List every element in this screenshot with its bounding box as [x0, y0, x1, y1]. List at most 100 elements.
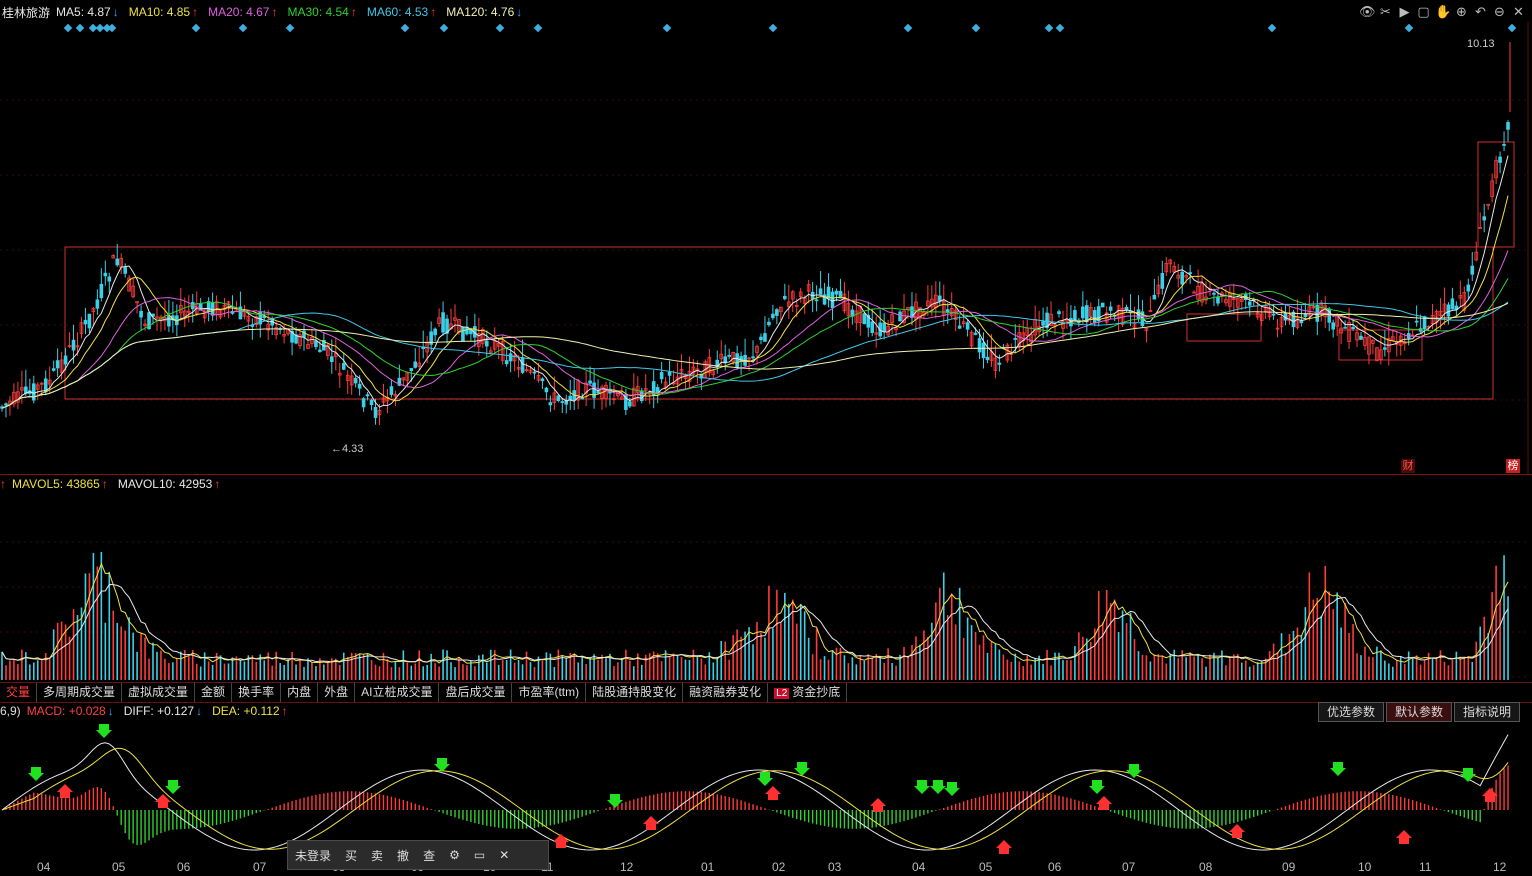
sell-button[interactable]: 卖: [364, 847, 390, 864]
finance-badge[interactable]: 财: [1401, 459, 1415, 473]
trend-up-icon: ↑: [192, 5, 199, 19]
ma-list: MA5: 4.87 ↓ MA10: 4.85 ↑ MA20: 4.67 ↑ MA30: 4.…: [56, 5, 532, 19]
low-price-label: ←4.33: [331, 443, 364, 455]
tab-11[interactable]: 融资融券变化: [683, 683, 769, 702]
trend-up-icon: ↑: [430, 5, 437, 19]
trend-up-icon: ↑: [350, 5, 357, 19]
tab-label: 融资融券变化: [689, 685, 762, 699]
close-icon[interactable]: ✕: [492, 848, 516, 862]
tab-label: 盘后成交量: [445, 685, 506, 699]
scissors-icon[interactable]: ✂: [1378, 4, 1393, 19]
chart-toolbar: 👁 ✂ ▶ ▢ ✋ ⊕ ↶ ⊖ ✕: [1359, 4, 1526, 19]
tab-label: 外盘: [324, 685, 349, 699]
tab-12[interactable]: L2 资金抄底: [768, 683, 848, 702]
close-icon[interactable]: ✕: [1511, 4, 1526, 19]
x-tick-label: 11: [1419, 860, 1432, 874]
macd-title: 6,9) MACD: +0.028 ↓ DIFF: +0.127 ↓ DEA: +0.1…: [0, 702, 298, 720]
l2-badge: L2: [774, 688, 790, 699]
x-tick-label: 12: [620, 860, 634, 874]
tab-10[interactable]: 陆股通持股变化: [586, 683, 684, 702]
undo-icon[interactable]: ↶: [1473, 4, 1488, 19]
x-tick-label: 05: [112, 860, 126, 874]
cancel-button[interactable]: 撤: [390, 847, 416, 864]
macd-prefix: 6,9): [0, 704, 21, 718]
tab-label: 金额: [201, 685, 226, 699]
x-tick-label: 04: [37, 860, 51, 874]
mavol-value-0: MAVOL5: 43865: [12, 477, 100, 491]
tab-6[interactable]: 外盘: [318, 683, 356, 702]
mavol-list: MAVOL5: 43865 ↑ MAVOL10: 42953 ↑: [12, 477, 230, 491]
tab-1[interactable]: 多周期成交量: [37, 683, 123, 702]
tab-label: 资金抄底: [792, 685, 841, 699]
macd-value-0: MACD: +0.028: [26, 704, 106, 718]
x-tick-label: 08: [1199, 860, 1213, 874]
rank-badge[interactable]: 榜: [1506, 459, 1520, 473]
zoom-out-icon[interactable]: ⊖: [1492, 4, 1507, 19]
high-price-label: 10.13: [1467, 38, 1495, 50]
query-button[interactable]: 查: [416, 847, 442, 864]
tab-4[interactable]: 换手率: [232, 683, 282, 702]
macd-param-button-2[interactable]: 指标说明: [1453, 702, 1520, 722]
x-axis: 0405060708091011120102030405060708091011…: [0, 858, 1532, 876]
tab-8[interactable]: 盘后成交量: [439, 683, 513, 702]
macd-chart[interactable]: [0, 720, 1532, 858]
volume-title: ↑ MAVOL5: 43865 ↑ MAVOL10: 42953 ↑: [0, 475, 230, 493]
x-tick-label: 01: [701, 860, 715, 874]
mavol-value-1: MAVOL10: 42953: [117, 477, 213, 491]
tab-5[interactable]: 内盘: [281, 683, 319, 702]
ma-value-3: MA30: 4.54: [287, 5, 349, 19]
macd-list: MACD: +0.028 ↓ DIFF: +0.127 ↓ DEA: +0.112 ↑: [27, 704, 298, 718]
tab-label: 内盘: [287, 685, 312, 699]
price-chart[interactable]: [0, 22, 1532, 474]
tab-label: 市盈率(ttm): [518, 685, 580, 699]
ma-value-0: MA5: 4.87: [56, 5, 111, 19]
zoom-in-icon[interactable]: ⊕: [1454, 4, 1469, 19]
ma-value-5: MA120: 4.76: [446, 5, 515, 19]
tab-2[interactable]: 虚拟成交量: [122, 683, 196, 702]
tab-label: 陆股通持股变化: [592, 685, 677, 699]
tab-label: 虚拟成交量: [128, 685, 189, 699]
trend-down-icon: ↓: [112, 5, 119, 19]
macd-param-button-1[interactable]: 默认参数: [1385, 702, 1452, 722]
x-tick-label: 06: [177, 860, 191, 874]
x-tick-label: 04: [912, 860, 926, 874]
ma-value-2: MA20: 4.67: [208, 5, 270, 19]
x-tick-label: 02: [772, 860, 786, 874]
play-icon[interactable]: ▶: [1397, 4, 1412, 19]
trend-up-icon: ↑: [281, 704, 288, 718]
buy-button[interactable]: 买: [338, 847, 364, 864]
ma-value-1: MA10: 4.85: [128, 5, 191, 19]
volume-chart[interactable]: [0, 492, 1532, 682]
lock-icon[interactable]: ▢: [1416, 4, 1431, 19]
stock-name[interactable]: 桂林旅游: [2, 4, 50, 21]
trend-up-icon: ↑: [0, 477, 6, 491]
tab-label: 多周期成交量: [43, 685, 116, 699]
tab-3[interactable]: 金额: [195, 683, 233, 702]
tab-label: AI立桩成交量: [361, 685, 433, 699]
macd-buttons: 优选参数 默认参数 指标说明: [1316, 702, 1520, 722]
eye-icon[interactable]: 👁: [1359, 4, 1376, 19]
macd-value-1: DIFF: +0.127: [123, 704, 195, 718]
macd-param-button-0[interactable]: 优选参数: [1317, 702, 1384, 722]
trend-up-icon: ↑: [271, 5, 278, 19]
tab-7[interactable]: AI立桩成交量: [355, 683, 440, 702]
tab-label: 换手率: [238, 685, 275, 699]
indicator-tabs: 交量 多周期成交量 虚拟成交量 金额 换手率 内盘 外盘 AI立桩成交量 盘后成交量 市盈率(tt…: [0, 682, 1532, 703]
trend-down-icon: ↓: [107, 704, 114, 718]
window-icon[interactable]: ▭: [467, 848, 492, 862]
tab-9[interactable]: 市盈率(ttm): [512, 683, 587, 702]
ma-value-4: MA60: 4.53: [366, 5, 429, 19]
x-tick-label: 10: [1358, 860, 1372, 874]
x-tick-label: 12: [1493, 860, 1507, 874]
tab-label: 交量: [6, 685, 31, 699]
trend-up-icon: ↑: [214, 477, 221, 491]
tab-0[interactable]: 交量: [0, 683, 38, 702]
x-tick-label: 09: [1282, 860, 1296, 874]
hand-icon[interactable]: ✋: [1435, 4, 1451, 19]
trade-bar: 未登录 买 卖 撤 查 ⚙ ▭ ✕: [287, 840, 549, 870]
settings-icon[interactable]: ⚙: [442, 848, 467, 862]
x-tick-label: 03: [828, 860, 842, 874]
trend-up-icon: ↑: [101, 477, 108, 491]
login-button[interactable]: 未登录: [288, 847, 338, 864]
x-tick-label: 07: [1122, 860, 1136, 874]
